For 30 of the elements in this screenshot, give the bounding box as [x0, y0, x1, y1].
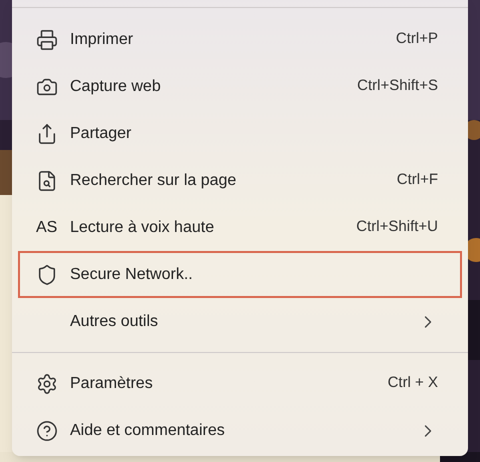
menu-item[interactable]: Imprimer Ctrl+P	[18, 16, 462, 63]
menu-item-label: Paramètres	[70, 374, 154, 394]
menu-item-label: Imprimer	[70, 30, 134, 50]
printer-icon	[36, 28, 58, 50]
read-aloud-icon: AS	[36, 216, 58, 240]
shield-icon	[36, 264, 58, 286]
shortcut-label: Ctrl+Shift+S	[357, 76, 438, 96]
menu-item[interactable]: Aide et commentaires	[18, 407, 462, 454]
menu-item-label: Partager	[70, 124, 132, 144]
shortcut-label: Ctrl+P	[396, 29, 438, 50]
document-search-icon	[36, 170, 58, 192]
menu-item[interactable]: AS Lecture à voix haute Ctrl+Shift+U	[18, 204, 462, 251]
menu-item-label: Autres outils	[70, 312, 160, 332]
menu-item[interactable]: Secure Network..	[18, 251, 462, 298]
menu-item[interactable]: Autres outils	[18, 298, 462, 345]
menu-item-label: Lecture à voix haute	[70, 218, 216, 238]
settings-icon	[36, 372, 58, 394]
help-icon	[36, 420, 58, 442]
share-icon	[36, 122, 58, 144]
menu-item[interactable]: Capture web Ctrl+Shift+S	[18, 63, 462, 110]
menu-item[interactable]: Rechercher sur la page Ctrl+F	[18, 157, 462, 204]
shortcut-label: Ctrl+F	[396, 170, 438, 190]
menu-item-label: Aide et commentaires	[70, 420, 226, 440]
menu-item-label: Rechercher sur la page	[70, 170, 238, 190]
menu-item[interactable]: Paramètres Ctrl + X	[18, 360, 462, 407]
menu-item-label: Capture web	[70, 76, 162, 96]
menu-item[interactable]: Partager	[18, 110, 462, 157]
shortcut-label: Ctrl + X	[388, 373, 438, 394]
menu-item-label: Secure Network..	[70, 264, 194, 284]
shortcut-label: Ctrl+Shift+U	[356, 217, 438, 238]
